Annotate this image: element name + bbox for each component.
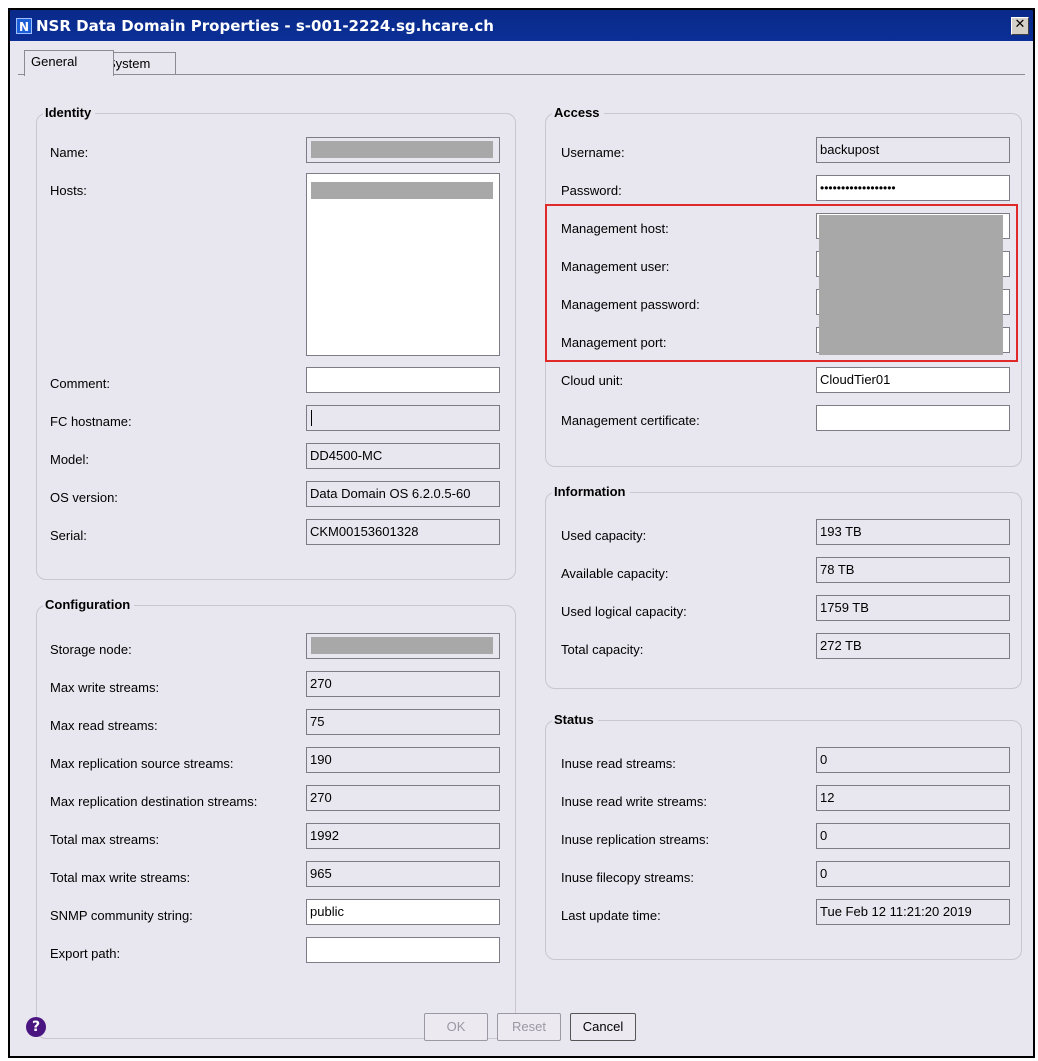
username-field[interactable]: backupost — [816, 137, 1010, 163]
model-label: Model: — [50, 452, 90, 467]
title-bar[interactable]: N NSR Data Domain Properties - s-001-222… — [10, 10, 1033, 41]
password-input[interactable]: •••••••••••••••••• — [816, 175, 1010, 201]
serial-field[interactable]: CKM00153601328 — [306, 519, 500, 545]
reset-button[interactable]: Reset — [497, 1013, 561, 1041]
redacted-block — [311, 637, 493, 654]
username-label: Username: — [561, 145, 625, 160]
ok-button[interactable]: OK — [424, 1013, 488, 1041]
configuration-title: Configuration — [43, 597, 135, 612]
max-repl-dest-label: Max replication destination streams: — [50, 794, 258, 809]
window-title: NSR Data Domain Properties - s-001-2224.… — [36, 17, 494, 35]
os-version-label: OS version: — [50, 490, 118, 505]
total-max-streams-label: Total max streams: — [50, 832, 160, 847]
export-path-label: Export path: — [50, 946, 121, 961]
mgmt-cert-input[interactable] — [816, 405, 1010, 431]
model-field[interactable]: DD4500-MC — [306, 443, 500, 469]
max-write-streams-field[interactable]: 270 — [306, 671, 500, 697]
available-capacity-field[interactable]: 78 TB — [816, 557, 1010, 583]
max-read-streams-field[interactable]: 75 — [306, 709, 500, 735]
redacted-block — [311, 182, 493, 199]
information-title: Information — [552, 484, 630, 499]
app-icon: N — [16, 18, 32, 34]
last-update-label: Last update time: — [561, 908, 661, 923]
last-update-field[interactable]: Tue Feb 12 11:21:20 2019 — [816, 899, 1010, 925]
tab-general[interactable]: General — [24, 50, 114, 76]
status-title: Status — [552, 712, 598, 727]
tab-divider — [18, 74, 1025, 75]
fc-hostname-field[interactable] — [306, 405, 500, 431]
button-bar: ? OK Reset Cancel — [10, 1000, 1033, 1056]
inuse-replication-label: Inuse replication streams: — [561, 832, 710, 847]
serial-label: Serial: — [50, 528, 87, 543]
max-write-streams-label: Max write streams: — [50, 680, 160, 695]
inuse-replication-field[interactable]: 0 — [816, 823, 1010, 849]
cancel-button[interactable]: Cancel — [570, 1013, 636, 1041]
used-capacity-field[interactable]: 193 TB — [816, 519, 1010, 545]
inuse-read-write-field[interactable]: 12 — [816, 785, 1010, 811]
inuse-read-write-label: Inuse read write streams: — [561, 794, 707, 809]
storage-node-field[interactable] — [306, 633, 500, 659]
inuse-filecopy-label: Inuse filecopy streams: — [561, 870, 694, 885]
snmp-input[interactable]: public — [306, 899, 500, 925]
highlight-box — [545, 204, 1018, 362]
available-capacity-label: Available capacity: — [561, 566, 669, 581]
hosts-textarea[interactable] — [306, 173, 500, 356]
export-path-input[interactable] — [306, 937, 500, 963]
inuse-read-field[interactable]: 0 — [816, 747, 1010, 773]
password-label: Password: — [561, 183, 622, 198]
snmp-label: SNMP community string: — [50, 908, 193, 923]
redacted-block — [311, 141, 493, 158]
storage-node-label: Storage node: — [50, 642, 132, 657]
cloud-unit-input[interactable]: CloudTier01 — [816, 367, 1010, 393]
comment-label: Comment: — [50, 376, 110, 391]
max-read-streams-label: Max read streams: — [50, 718, 158, 733]
fc-hostname-label: FC hostname: — [50, 414, 132, 429]
used-capacity-label: Used capacity: — [561, 528, 647, 543]
identity-title: Identity — [43, 105, 96, 120]
total-max-write-streams-field[interactable]: 965 — [306, 861, 500, 887]
total-capacity-field[interactable]: 272 TB — [816, 633, 1010, 659]
total-max-write-streams-label: Total max write streams: — [50, 870, 191, 885]
text-cursor — [311, 410, 312, 426]
mgmt-cert-label: Management certificate: — [561, 413, 700, 428]
total-max-streams-field[interactable]: 1992 — [306, 823, 500, 849]
used-logical-field[interactable]: 1759 TB — [816, 595, 1010, 621]
max-repl-source-label: Max replication source streams: — [50, 756, 234, 771]
help-icon[interactable]: ? — [26, 1017, 46, 1037]
inuse-filecopy-field[interactable]: 0 — [816, 861, 1010, 887]
name-label: Name: — [50, 145, 89, 160]
hosts-label: Hosts: — [50, 183, 87, 198]
total-capacity-label: Total capacity: — [561, 642, 644, 657]
comment-input[interactable] — [306, 367, 500, 393]
properties-dialog: N NSR Data Domain Properties - s-001-222… — [8, 8, 1035, 1058]
max-repl-source-field[interactable]: 190 — [306, 747, 500, 773]
cloud-unit-label: Cloud unit: — [561, 373, 624, 388]
close-button[interactable]: ✕ — [1011, 17, 1029, 35]
name-field[interactable] — [306, 137, 500, 163]
used-logical-label: Used logical capacity: — [561, 604, 687, 619]
max-repl-dest-field[interactable]: 270 — [306, 785, 500, 811]
os-version-field[interactable]: Data Domain OS 6.2.0.5-60 — [306, 481, 500, 507]
inuse-read-label: Inuse read streams: — [561, 756, 676, 771]
access-title: Access — [552, 105, 604, 120]
